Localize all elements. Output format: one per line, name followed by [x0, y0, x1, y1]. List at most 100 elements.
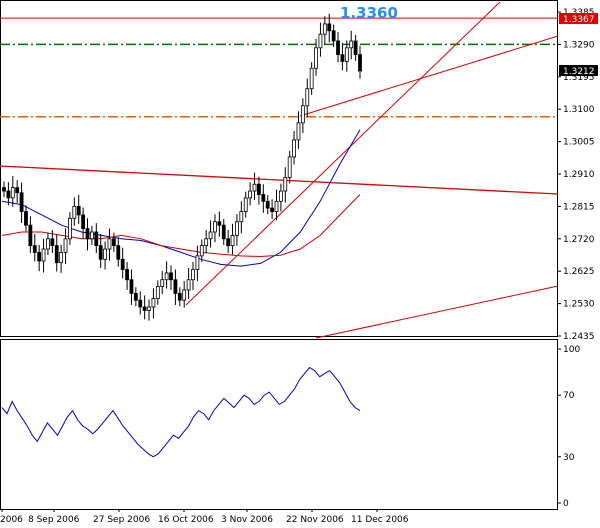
candle-body [98, 245, 103, 260]
candle-body [300, 105, 305, 124]
candle-body [252, 183, 257, 192]
candle-body [169, 272, 173, 281]
osc-tick-label: 0 [563, 499, 569, 509]
time-axis: 2006 8 Sep 2006 27 Sep 2006 16 Oct 2006 3 No… [0, 509, 409, 525]
candle-body [349, 40, 354, 49]
candle-body [63, 238, 68, 253]
candle-body [305, 88, 310, 107]
candle-body [103, 248, 107, 260]
candle-body [221, 224, 226, 240]
price-tick-label: 1.3290 [563, 40, 595, 50]
candle-body [72, 205, 77, 219]
candle-body [76, 205, 81, 216]
oscillator-axis: 100 70 30 0 [558, 345, 580, 509]
time-tick-label: 16 Oct 2006 [158, 515, 214, 525]
candle-body [54, 245, 59, 264]
candle-body [6, 190, 11, 199]
candle-body [217, 221, 222, 226]
price-tick-label: 1.2720 [563, 235, 595, 245]
candle-body [340, 54, 345, 62]
candle-body [230, 234, 235, 247]
candle-body [164, 272, 169, 281]
candle-body [226, 238, 231, 247]
candle-body [270, 207, 274, 212]
candle-body [28, 224, 33, 247]
price-panel-frame [0, 0, 558, 337]
candle-body [177, 292, 182, 301]
candle-body [147, 306, 151, 311]
candle-body [133, 292, 138, 301]
price-tick-label: 1.2815 [563, 202, 595, 212]
candle-body [182, 289, 187, 301]
candle-body [116, 245, 121, 260]
candle-body [243, 197, 248, 212]
candle-body [257, 183, 261, 195]
candle-body [261, 194, 266, 202]
candle-body [32, 245, 37, 253]
candle-body [138, 299, 143, 308]
price-axis: 1.33851.32901.31951.31001.30051.29101.28… [558, 8, 595, 342]
candle-body [195, 255, 200, 270]
price-tick-label: 1.2625 [563, 267, 595, 277]
price-tick-label: 1.2435 [563, 332, 595, 342]
candle-body [81, 214, 86, 229]
time-tick-label: 27 Sep 2006 [93, 515, 150, 525]
high-annotation[interactable]: 1.3360 [340, 4, 398, 22]
price-tick-label: 1.2530 [563, 300, 595, 310]
candle-body [322, 23, 327, 35]
candle-body [292, 139, 296, 158]
candle-body [68, 217, 72, 240]
candle-body [353, 40, 358, 56]
time-tick-label: 2006 [0, 515, 23, 525]
price-tick-label: 1.3100 [563, 105, 595, 115]
candle-body [15, 187, 20, 194]
candle-body [265, 200, 270, 209]
candle-body [2, 187, 6, 192]
candle-body [208, 231, 213, 240]
candle-body [204, 238, 209, 247]
candle-body [173, 279, 178, 294]
candle-body [107, 238, 112, 250]
candle-body [142, 306, 147, 311]
candle-body [59, 252, 64, 264]
candle-body [111, 238, 116, 247]
candle-body [358, 54, 362, 72]
price-tick-label: 1.3005 [563, 138, 595, 148]
candle-body [50, 238, 55, 247]
current-price-label: 1.3212 [563, 67, 595, 77]
candle-body [41, 248, 46, 262]
candle-body [10, 187, 15, 199]
candle-body [314, 47, 318, 69]
candle-body [344, 47, 349, 62]
candle-body [19, 192, 24, 212]
candle-body [90, 231, 94, 240]
osc-tick-label: 100 [563, 345, 580, 355]
time-tick-label: 11 Dec 2006 [351, 515, 409, 525]
time-tick-label: 8 Sep 2006 [28, 515, 80, 525]
candle-body [213, 221, 217, 233]
candle-body [283, 177, 288, 192]
candle-body [248, 190, 253, 199]
candle-body [125, 269, 129, 281]
candle-body [129, 279, 134, 294]
time-tick-label: 3 Nov 2006 [221, 515, 273, 525]
candle-body [336, 40, 340, 56]
candle-body [199, 245, 204, 257]
candle-body [120, 258, 125, 270]
candle-body [37, 252, 42, 262]
candle-body [318, 33, 323, 49]
forex-chart[interactable]: 1.33851.32901.31951.31001.30051.29101.28… [0, 0, 600, 528]
candle-body [186, 279, 191, 291]
candle-body [85, 228, 90, 240]
candle-body [155, 286, 160, 299]
candle-body [94, 231, 99, 247]
candle-body [235, 221, 239, 236]
candle-body [296, 122, 301, 141]
candle-body [46, 238, 50, 250]
candle-body [327, 23, 332, 32]
high-price-label: 1.3367 [563, 15, 595, 25]
candle-body [160, 279, 165, 287]
candle-body [274, 200, 279, 212]
candle-body [331, 30, 336, 42]
candle-body [287, 156, 292, 178]
